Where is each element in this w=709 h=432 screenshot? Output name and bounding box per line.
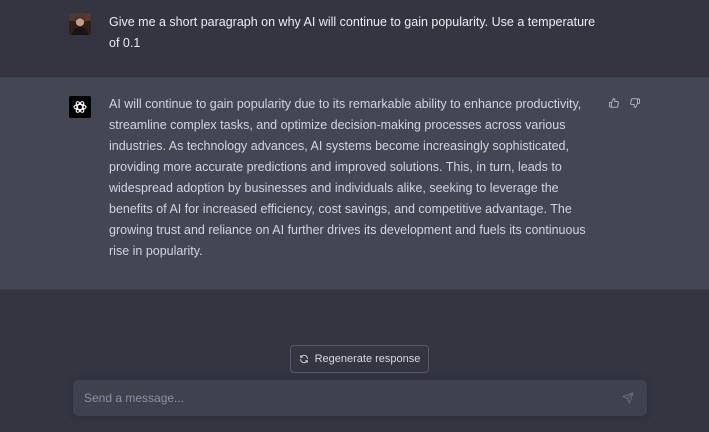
thumbs-up-icon (609, 98, 619, 108)
regenerate-response-button[interactable]: Regenerate response (290, 345, 429, 373)
assistant-message-text: AI will continue to gain popularity due … (109, 97, 586, 258)
user-photo-icon (69, 13, 91, 35)
regenerate-label: Regenerate response (314, 353, 421, 365)
message-input[interactable] (84, 380, 604, 416)
paper-plane-icon (622, 392, 634, 404)
thumbs-down-button[interactable] (628, 96, 642, 110)
chat-page: Give me a short paragraph on why AI will… (0, 0, 709, 432)
user-avatar (69, 13, 91, 35)
send-button[interactable] (621, 391, 635, 405)
assistant-avatar (69, 96, 91, 118)
refresh-icon (299, 354, 308, 364)
user-message-text: Give me a short paragraph on why AI will… (109, 15, 596, 50)
user-message-row: Give me a short paragraph on why AI will… (0, 0, 709, 77)
thumbs-up-button[interactable] (607, 96, 621, 110)
message-composer (73, 380, 647, 416)
assistant-message-row: AI will continue to gain popularity due … (0, 77, 709, 290)
openai-logo-icon (73, 101, 87, 113)
thumbs-down-icon (630, 98, 640, 108)
